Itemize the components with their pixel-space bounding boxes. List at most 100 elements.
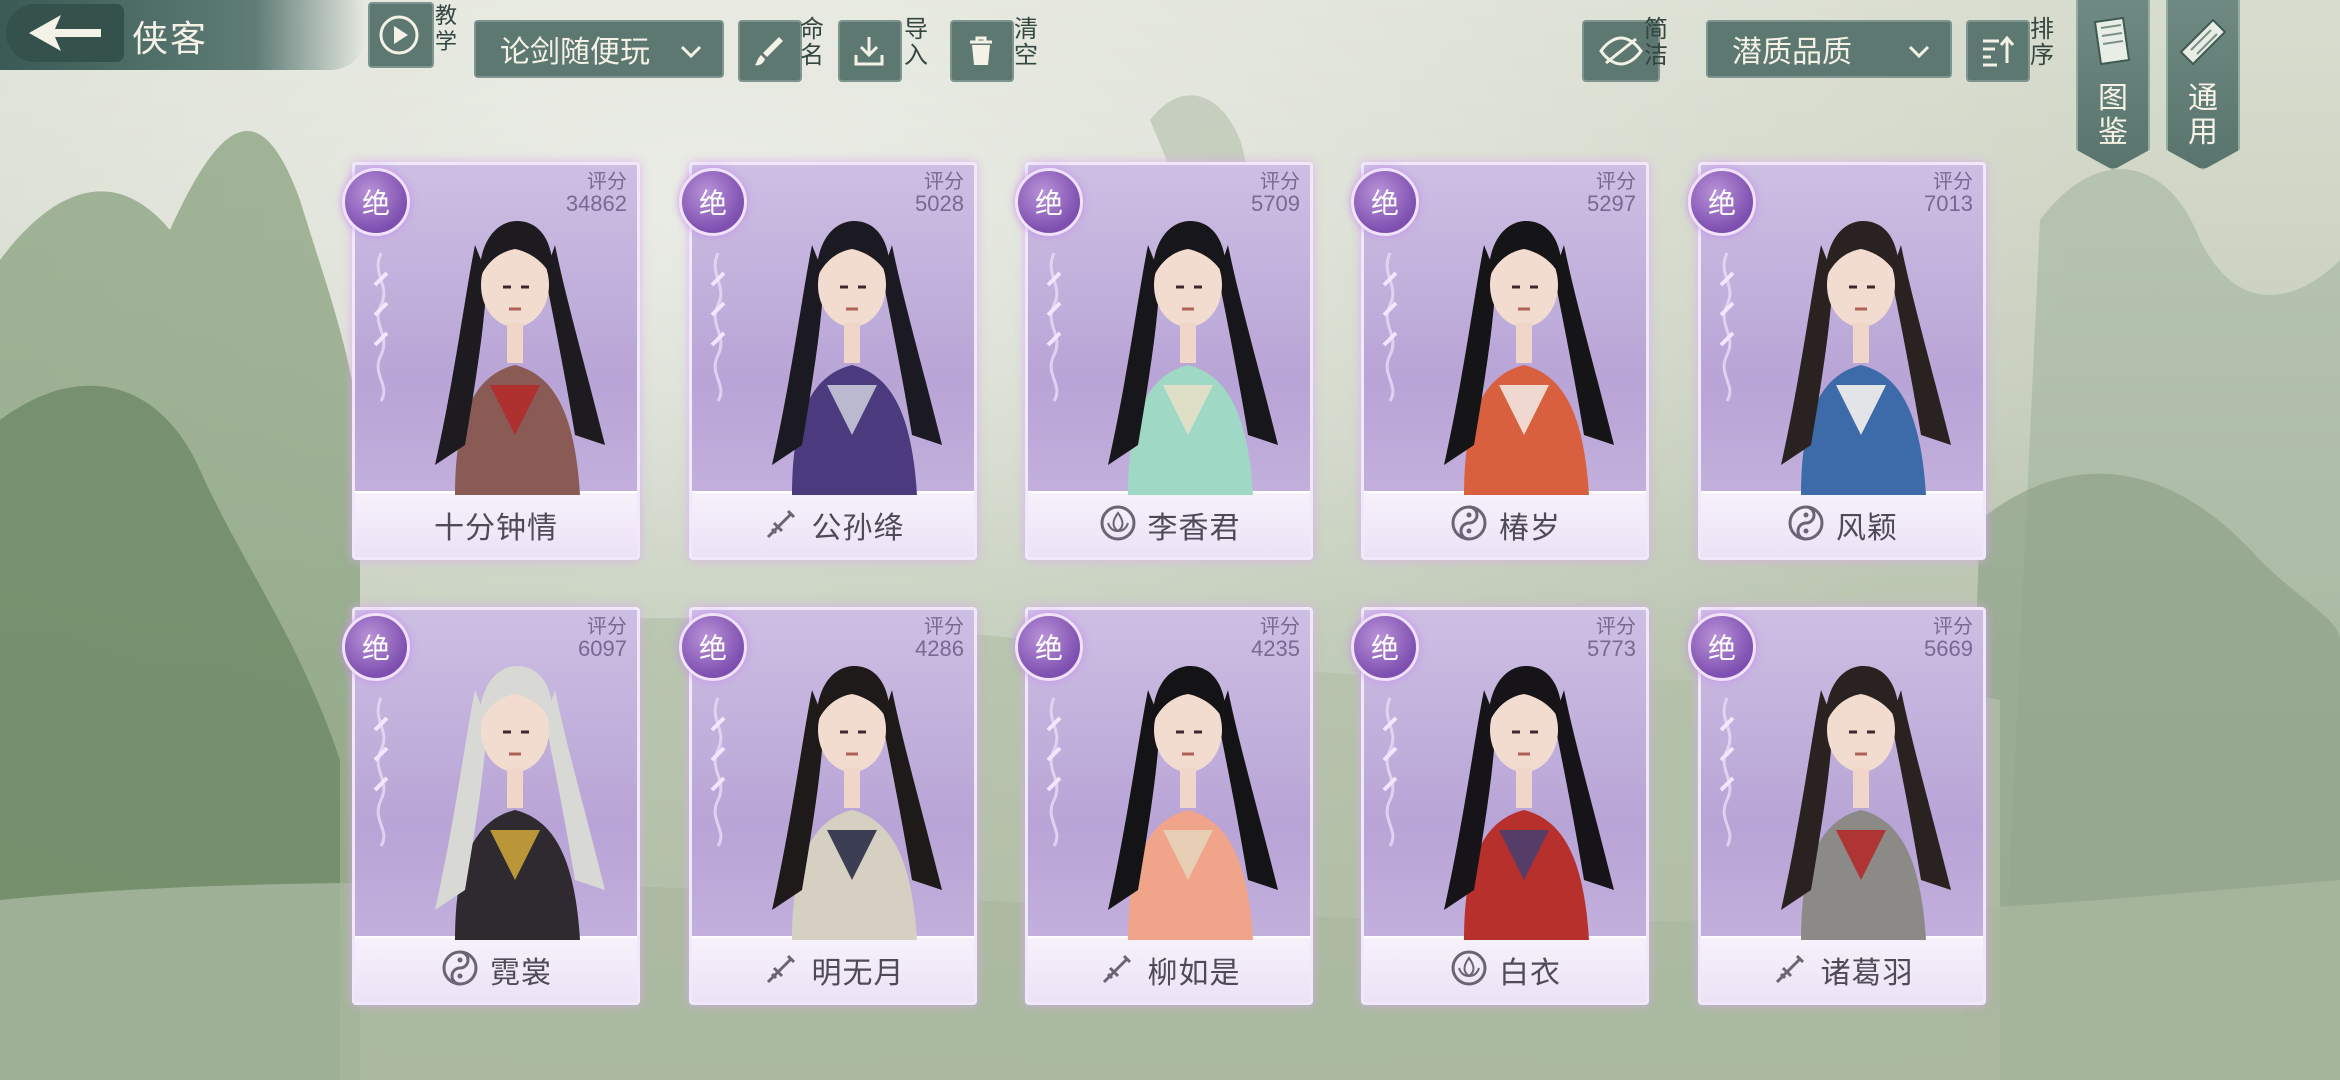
sword-rank-icon — [373, 697, 389, 847]
hero-portrait — [1781, 666, 1951, 940]
rarity-badge: 绝 — [1351, 613, 1419, 681]
sword-rank-icon — [1382, 697, 1398, 847]
sword-rank-icon — [1719, 252, 1735, 402]
name-plate: 诸葛羽 — [1701, 936, 1983, 1002]
hero-name: 柳如是 — [1147, 956, 1241, 991]
sort-select[interactable]: 潜质品质 — [1706, 20, 1952, 78]
lotus-sect-icon — [1098, 503, 1138, 547]
name-plate: 十分钟情 — [355, 491, 637, 557]
rarity-badge: 绝 — [342, 613, 410, 681]
tutorial-label: 教学 — [434, 4, 457, 55]
hero-portrait — [1444, 221, 1614, 495]
sort-order-button[interactable] — [1966, 20, 2030, 82]
import-button[interactable] — [838, 20, 902, 82]
name-plate: 霓裳 — [355, 936, 637, 1002]
hero-portrait — [1781, 221, 1951, 495]
hero-portrait — [1108, 666, 1278, 940]
sword-rank-icon — [710, 697, 726, 847]
name-plate: 李香君 — [1028, 491, 1310, 557]
hero-portrait — [772, 666, 942, 940]
taiji-sect-icon — [440, 948, 480, 992]
sword-sect-icon — [762, 503, 802, 547]
taiji-sect-icon — [1449, 503, 1489, 547]
rarity-badge: 绝 — [1688, 613, 1756, 681]
hero-portrait — [1108, 221, 1278, 495]
atlas-tab[interactable]: 图鉴 — [2076, 0, 2150, 170]
sword-rank-icon — [1046, 697, 1062, 847]
import-label: 导入 — [904, 15, 928, 69]
rename-label: 命名 — [800, 15, 824, 69]
hero-card[interactable]: 评分 7013 风颖 绝 — [1688, 158, 1986, 560]
name-plate: 柳如是 — [1028, 936, 1310, 1002]
rarity-badge: 绝 — [1015, 168, 1083, 236]
arrow-left-icon — [29, 15, 101, 51]
hero-card[interactable]: 评分 5669 诸葛羽 绝 — [1688, 603, 1986, 1005]
hero-name: 诸葛羽 — [1820, 956, 1914, 991]
lotus-sect-icon — [1449, 948, 1489, 992]
hero-card[interactable]: 评分 5297 椿岁 绝 — [1351, 158, 1649, 560]
clear-label: 清空 — [1014, 15, 1038, 69]
tutorial-button[interactable] — [368, 2, 434, 68]
sword-rank-icon — [1382, 252, 1398, 402]
sword-rank-icon — [1046, 252, 1062, 402]
name-plate: 白衣 — [1364, 936, 1646, 1002]
hero-card[interactable]: 评分 34862 十分钟情 绝 — [342, 158, 640, 560]
sword-rank-icon — [373, 252, 389, 402]
hero-card[interactable]: 评分 5709 李香君 绝 — [1015, 158, 1313, 560]
rarity-badge: 绝 — [679, 168, 747, 236]
hero-card[interactable]: 评分 5773 白衣 绝 — [1351, 603, 1649, 1005]
sort-label: 排序 — [2030, 15, 2054, 69]
mode-select-value: 论剑随便玩 — [500, 35, 650, 70]
sword-rank-icon — [1719, 697, 1735, 847]
brush-icon — [755, 37, 783, 66]
hero-card[interactable]: 评分 6097 霓裳 绝 — [342, 603, 640, 1005]
eye-off-icon — [1599, 36, 1643, 66]
hero-name: 李香君 — [1147, 511, 1241, 546]
name-plate: 公孙绛 — [692, 491, 974, 557]
hero-card[interactable]: 评分 5028 公孙绛 绝 — [679, 158, 977, 560]
name-plate: 风颖 — [1701, 491, 1983, 557]
hero-portrait — [1444, 666, 1614, 940]
name-plate: 椿岁 — [1364, 491, 1646, 557]
hero-name: 明无月 — [811, 956, 905, 991]
hero-card[interactable]: 评分 4286 明无月 绝 — [679, 603, 977, 1005]
clear-button[interactable] — [950, 20, 1014, 82]
atlas-tab-label: 图鉴 — [2098, 81, 2128, 150]
hero-portrait — [435, 221, 605, 495]
sort-select-value: 潜质品质 — [1732, 35, 1852, 70]
rarity-badge: 绝 — [342, 168, 410, 236]
chevron-down-icon — [680, 45, 702, 59]
sword-sect-icon — [1771, 948, 1811, 992]
page-title: 侠客 — [132, 19, 209, 60]
chevron-down-icon — [1908, 45, 1930, 59]
sword-sect-icon — [1098, 948, 1138, 992]
rarity-badge: 绝 — [1688, 168, 1756, 236]
rename-button[interactable] — [738, 20, 802, 82]
hero-portrait — [435, 666, 605, 940]
simple-view-label: 简洁 — [1644, 15, 1668, 69]
hero-name: 霓裳 — [490, 956, 552, 991]
trash-icon — [970, 36, 992, 65]
name-plate: 明无月 — [692, 936, 974, 1002]
taiji-sect-icon — [1786, 503, 1826, 547]
sort-icon — [1983, 35, 2015, 67]
rarity-badge: 绝 — [679, 613, 747, 681]
hero-name: 椿岁 — [1499, 511, 1561, 546]
back-button[interactable] — [6, 4, 124, 62]
rarity-badge: 绝 — [1351, 168, 1419, 236]
general-tab-label: 通用 — [2188, 81, 2218, 150]
hero-card[interactable]: 评分 4235 柳如是 绝 — [1015, 603, 1313, 1005]
book-icon — [2093, 16, 2131, 66]
play-icon — [379, 15, 419, 55]
rarity-badge: 绝 — [1015, 613, 1083, 681]
general-tab[interactable]: 通用 — [2166, 0, 2240, 170]
hero-name: 十分钟情 — [434, 511, 558, 546]
hero-name: 公孙绛 — [811, 511, 905, 546]
hero-portrait — [772, 221, 942, 495]
sword-rank-icon — [710, 252, 726, 402]
download-icon — [854, 37, 884, 66]
hero-name: 白衣 — [1499, 956, 1561, 991]
scroll-icon — [2179, 18, 2227, 66]
hero-name: 风颖 — [1836, 511, 1898, 546]
mode-select[interactable]: 论剑随便玩 — [474, 20, 724, 78]
